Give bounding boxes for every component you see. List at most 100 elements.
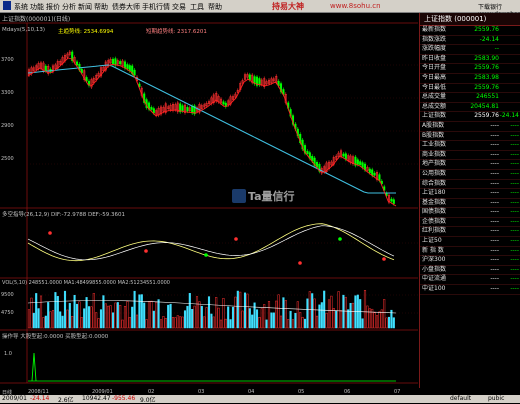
volume-bar [347,309,350,329]
quote-value: 2559.76 [474,64,499,72]
candle-body [114,58,117,66]
volume-bar [210,313,213,329]
volume-bar [83,308,86,329]
quote-row[interactable]: 工业指数 ---- ---- [420,141,520,151]
watermark-text: 持易大神 [272,2,304,11]
menu-help-2[interactable]: 帮助 [208,2,222,12]
status-default[interactable]: default [450,395,471,402]
volume-bar [207,296,211,329]
quote-label: 公用指数 [422,169,447,177]
volume-bar [133,290,136,329]
quote-row[interactable]: 基金指数 ---- ---- [420,199,520,209]
menu-function[interactable]: 功能 [30,2,44,12]
menu-news[interactable]: 新闻 [78,2,92,12]
volume-bar [349,302,352,329]
volume-bar [186,305,189,329]
quote-change: ---- [510,131,519,139]
volume-bar [270,312,273,329]
candle-body [356,159,359,165]
chart-area[interactable]: Ta量信行 上证指数(000001)(日线) Mdays(5,10,13) 主趋… [0,13,418,388]
quote-row[interactable]: 商业指数 ---- ---- [420,151,520,161]
quote-row[interactable]: 今日开盘 2559.76 [420,64,520,74]
volume-bar [392,317,395,329]
volume-bar [61,315,64,329]
volume-bar [294,312,297,329]
volume-bar [282,297,285,329]
quote-row[interactable]: 总成交额 20454.81 [420,103,520,113]
menu-quote[interactable]: 报价 [46,2,60,12]
quote-row[interactable]: 上证指数 2559.76 -24.14 [420,112,520,122]
quote-label: 上证50 [422,237,442,245]
quote-label: B股指数 [422,131,445,139]
quote-label: 指数涨跌 [422,35,447,43]
quote-label: 今日最低 [422,83,447,91]
volume-bar [191,309,194,329]
quote-value: ---- [490,198,499,206]
chart-title: 上证指数(000001)(日线) [2,16,71,23]
quote-change: ---- [510,150,519,158]
quote-row[interactable]: 地产指数 ---- ---- [420,160,520,170]
quote-label: 上证指数 [422,112,447,120]
cross-marker [234,237,238,241]
quote-row[interactable]: 公用指数 ---- ---- [420,170,520,180]
quote-row[interactable]: 指数涨跌 -24.14 [420,36,520,46]
status-index2: 10942.47 [82,395,111,402]
candle-body [191,105,194,114]
volume-bar [253,302,256,329]
menu-tools[interactable]: 工具 [190,2,204,12]
quote-row[interactable]: A股指数 ---- ---- [420,122,520,132]
quote-row[interactable]: 上证180 ---- ---- [420,189,520,199]
menu-bar: 系统 功能 报价 分析 新闻 帮助 债券大师 手机行情 交易 工具 帮助 持易大… [0,0,520,18]
quote-row[interactable]: 上证50 ---- ---- [420,237,520,247]
quote-value: ---- [490,256,499,264]
volume-bar [289,310,292,329]
candle-body [152,108,155,114]
volume-bar [342,294,345,329]
candle-body [126,64,129,69]
quote-row[interactable]: 红利指数 ---- ---- [420,227,520,238]
quote-value: 2559.76 [474,83,499,91]
candle-body [133,69,136,76]
quote-label: 综合指数 [422,179,447,187]
volume-bar [111,312,115,329]
quote-label: 最新指数 [422,26,447,33]
quote-change: ---- [510,141,519,149]
quote-row[interactable]: 涨跌幅度 -- [420,45,520,55]
quote-label: A股指数 [422,121,445,129]
volume-bar [361,318,364,329]
volume-bar [306,298,309,329]
volume-bar [99,309,103,329]
ma-main-label: 主趋势线: 2534.6994 [58,29,114,35]
menu-bond-master[interactable]: 债券大师 [112,2,140,12]
quote-row[interactable]: 小盘指数 ---- ---- [420,266,520,276]
quote-value: ---- [490,131,499,139]
candle-body [361,162,364,168]
quote-row[interactable]: 今日最高 2583.98 [420,74,520,84]
quote-row[interactable]: 中证100 ---- ---- [420,285,520,295]
quote-change: ---- [510,169,519,177]
quote-row[interactable]: 昨日收盘 2583.90 [420,55,520,65]
cross-marker [298,261,302,265]
menu-help[interactable]: 帮助 [94,2,108,12]
quote-row[interactable]: 综合指数 ---- ---- [420,180,520,190]
quote-row[interactable]: 国债指数 ---- ---- [420,208,520,218]
quote-row[interactable]: 中证流通 ---- ---- [420,275,520,286]
quote-row[interactable]: B股指数 ---- ---- [420,132,520,142]
volume-bar [37,308,40,329]
panel-title: 上证指数 (000001) [420,13,520,26]
quote-change: ---- [510,265,519,273]
volume-bar [229,319,232,329]
quote-row[interactable]: 沪深300 ---- ---- [420,256,520,266]
quote-row[interactable]: 总成交量 246551 [420,93,520,103]
menu-trade[interactable]: 交易 [172,2,186,12]
menu-mobile[interactable]: 手机行情 [142,2,170,12]
quote-row[interactable]: 今日最低 2559.76 [420,84,520,94]
quote-row[interactable]: 新 指 数 ---- ---- [420,247,520,257]
menu-analysis[interactable]: 分析 [62,2,76,12]
quote-value: -24.14 [479,35,499,43]
vol-tick: 4750 [1,310,14,316]
quote-label: 基金指数 [422,198,447,206]
volume-bar [359,299,362,329]
quote-row[interactable]: 最新指数 2559.76 [420,26,520,36]
menu-system[interactable]: 系统 [14,2,28,12]
